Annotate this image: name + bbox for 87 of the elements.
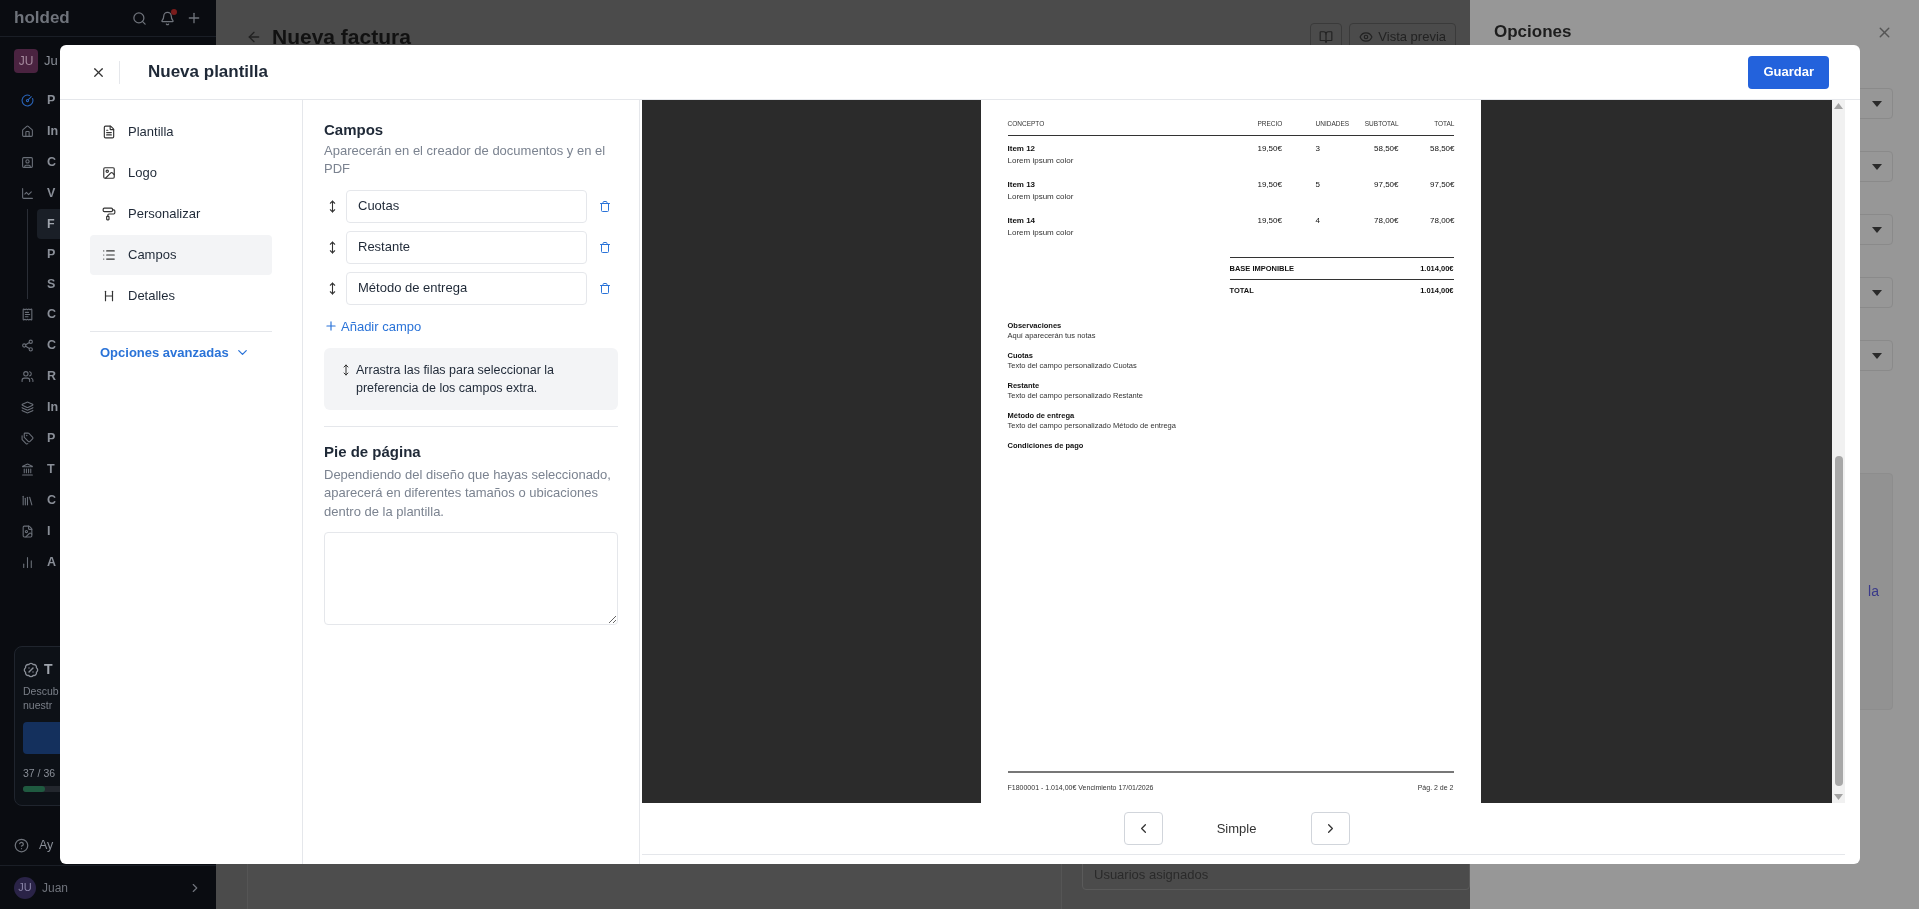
search-icon[interactable] (132, 10, 147, 26)
table-cell: 97,50€ (1430, 178, 1455, 191)
item-name: Item 13 (1007, 178, 1037, 191)
scrollbar[interactable] (1832, 100, 1845, 803)
table-cell: 58,50€ (1430, 142, 1455, 155)
table-cell: 78,00€ (1374, 214, 1399, 227)
add-field-link[interactable]: Añadir campo (324, 316, 618, 336)
notifications-icon[interactable] (160, 10, 175, 26)
table-cell: 58,50€ (1374, 142, 1399, 155)
paint-roller-icon (102, 207, 116, 221)
delete-icon[interactable] (599, 199, 611, 213)
caret-icon (1872, 163, 1882, 170)
table-cell-text: 19,50€ (1257, 178, 1283, 191)
promo-title: T (44, 660, 53, 679)
table-cell-text: 3 (1315, 142, 1321, 155)
caret-icon (1872, 100, 1882, 107)
sidebar-item[interactable]: C (47, 336, 57, 355)
save-button[interactable]: Guardar (1748, 55, 1829, 89)
advanced-options-link[interactable]: Opciones avanzadas (90, 343, 272, 363)
progress-label: 37 / 36 (23, 766, 57, 781)
info-text: la (1868, 582, 1879, 601)
section-description: Dependiendo del diseño que hayas seleccionado, aparecerá en diferentes tamaños o ubicaciones dentro de la plantilla. (324, 465, 612, 521)
add-icon[interactable] (186, 10, 202, 26)
item-name: Item 12 (1007, 142, 1037, 155)
table-cell-text: 19,50€ (1257, 142, 1283, 155)
table-cell-text: 19,50€ (1257, 214, 1283, 227)
promo-text: nuestr (23, 698, 54, 712)
help-link[interactable]: Ay (39, 836, 54, 855)
sidebar-item[interactable]: P (47, 429, 56, 448)
item-name: Item 14 (1007, 214, 1037, 227)
section-title: Pie de página (324, 442, 422, 462)
user-avatar[interactable]: JU (14, 876, 36, 899)
section-title: Campos (324, 120, 385, 140)
caret-icon (1872, 289, 1882, 296)
sidebar-item[interactable]: P (47, 91, 56, 110)
document-icon (102, 125, 116, 139)
template-name: Simple (1215, 819, 1258, 838)
sidebar-item[interactable]: C (47, 153, 57, 172)
hint-text: Arrastra las filas para seleccionar la preferencia de los campos extra. (356, 362, 555, 397)
delete-icon[interactable] (599, 240, 611, 254)
user-name: Juan (42, 879, 69, 897)
caret-icon (1872, 226, 1882, 233)
nav-item[interactable]: Detalles (90, 276, 272, 316)
item-description: Lorem ipsum color (1007, 226, 1075, 239)
field-name-input[interactable]: Restante (346, 230, 587, 264)
scrollbar-thumb[interactable] (1834, 456, 1843, 786)
panel-title: Opciones (1494, 21, 1572, 44)
caret-icon (1872, 352, 1882, 359)
table-cell-text: 5 (1315, 178, 1321, 191)
field-name-input[interactable]: Método de entrega (346, 271, 587, 305)
nav-item[interactable]: Campos (90, 235, 272, 275)
dialog-title: Nueva plantilla (148, 61, 268, 84)
section-description: Aparecerán en el creador de documentos y en el PDF (324, 141, 607, 178)
sidebar-item[interactable]: A (47, 553, 57, 572)
scroll-down-icon[interactable] (1834, 794, 1843, 800)
sidebar-item[interactable]: T (47, 460, 55, 479)
sidebar-item[interactable]: R (47, 367, 57, 386)
sidebar-item[interactable]: C (47, 491, 57, 510)
scroll-up-icon[interactable] (1834, 103, 1843, 109)
heading-icon (102, 289, 116, 303)
sidebar-item[interactable]: In (47, 398, 59, 417)
nav-item[interactable]: Personalizar (90, 194, 272, 234)
app-logo: holded (14, 7, 70, 30)
table-cell: 78,00€ (1430, 214, 1455, 227)
eye-icon (1359, 30, 1374, 44)
plus-icon (324, 319, 338, 334)
promo-text: Descub (23, 684, 60, 698)
list-icon (102, 248, 116, 262)
field-name-input[interactable]: Cuotas (346, 189, 587, 223)
book-icon (1319, 30, 1334, 44)
table-cell: 97,50€ (1374, 178, 1399, 191)
page-title: Nueva factura (272, 24, 411, 51)
item-description: Lorem ipsum color (1007, 154, 1075, 167)
table-cell-text: 4 (1315, 214, 1321, 227)
image-icon (102, 166, 116, 180)
user-name: Ju (44, 52, 58, 71)
help-icon (14, 838, 29, 853)
user-avatar[interactable]: JU (14, 49, 38, 73)
nav-item[interactable]: Logo (90, 153, 272, 193)
sidebar-item[interactable]: V (47, 184, 56, 203)
delete-icon[interactable] (599, 281, 611, 295)
sidebar-item[interactable]: In (47, 122, 59, 141)
nav-item[interactable]: Plantilla (90, 112, 272, 152)
discount-badge-icon (23, 661, 39, 678)
sidebar-item[interactable]: C (47, 305, 57, 324)
item-description: Lorem ipsum color (1007, 190, 1075, 203)
sidebar-item[interactable]: I (47, 522, 51, 541)
